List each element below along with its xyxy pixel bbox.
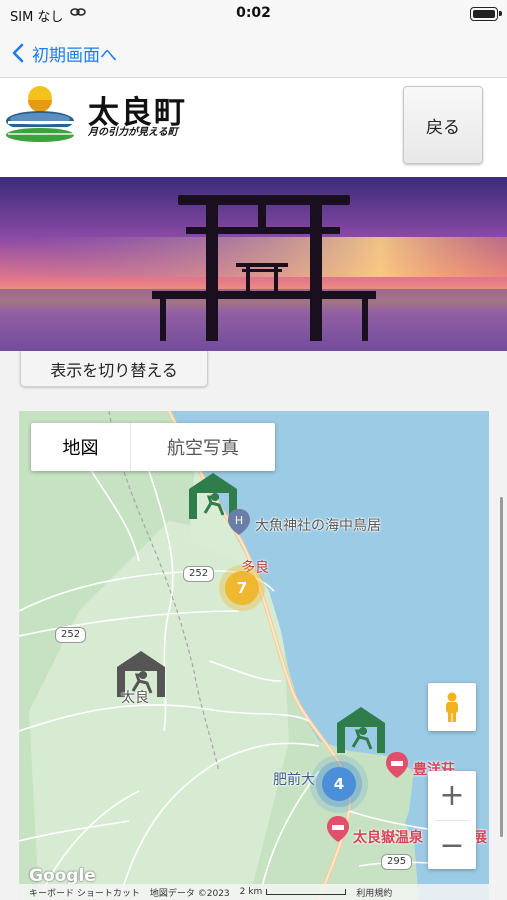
- zoom-control: + −: [428, 771, 476, 869]
- page-scrollbar[interactable]: [500, 497, 503, 837]
- banner-image: [0, 177, 507, 351]
- toggle-view-button[interactable]: 表示を切り替える: [20, 351, 208, 387]
- status-bar: SIM なし 0:02: [0, 0, 507, 28]
- place-label-tara-west: 太良: [121, 690, 149, 706]
- place-label-onsen: 太良嶽温泉: [353, 830, 423, 846]
- back-label: 初期画面へ: [32, 45, 117, 66]
- chevron-left-icon: [12, 43, 24, 63]
- back-to-home-button[interactable]: 初期画面へ: [12, 38, 117, 68]
- town-logo: [4, 83, 80, 145]
- navigation-bar: 初期画面へ: [0, 28, 507, 78]
- return-button[interactable]: 戻る: [403, 86, 483, 164]
- clock: 0:02: [236, 5, 271, 21]
- google-logo: Google: [29, 866, 96, 886]
- map-section: 表示を切り替える H 地図 航空写真 大魚神社の海中鳥居 多良 太良 肥前大 豊…: [0, 351, 507, 900]
- pegman-icon: [446, 692, 458, 722]
- route-shield-295: 295: [381, 854, 413, 870]
- place-label-hizen: 肥前大: [273, 772, 315, 788]
- route-shield-252: 252: [183, 566, 215, 582]
- marker-cluster[interactable]: 7: [225, 571, 259, 605]
- map-footer: キーボード ショートカット 地図データ ©2023 2 km 利用規約: [19, 884, 489, 900]
- route-shield-252: 252: [55, 627, 87, 643]
- map-type-map-button[interactable]: 地図: [31, 423, 131, 471]
- google-map[interactable]: H 地図 航空写真 大魚神社の海中鳥居 多良 太良 肥前大 豊洋荘 太良嶽温泉 …: [19, 411, 489, 900]
- marker-cluster[interactable]: 4: [322, 767, 356, 801]
- map-scale-label: 2 km: [239, 887, 263, 897]
- map-data-attribution: 地図データ ©2023: [149, 888, 230, 899]
- battery-icon: [470, 7, 502, 21]
- svg-text:H: H: [235, 514, 243, 527]
- terms-link[interactable]: 利用規約: [356, 886, 392, 899]
- street-view-pegman-button[interactable]: [428, 683, 476, 731]
- map-type-satellite-button[interactable]: 航空写真: [131, 423, 275, 471]
- zoom-in-button[interactable]: +: [428, 771, 476, 820]
- map-scale-bar: [266, 889, 347, 895]
- town-header: 太良町 月の引力が見える町 戻る: [0, 79, 507, 177]
- keyboard-shortcuts-link[interactable]: キーボード ショートカット: [29, 886, 140, 899]
- zoom-out-button[interactable]: −: [428, 821, 476, 870]
- town-tagline: 月の引力が見える町: [88, 127, 178, 138]
- map-type-control: 地図 航空写真: [31, 423, 275, 471]
- place-label-shrine: 大魚神社の海中鳥居: [255, 518, 381, 534]
